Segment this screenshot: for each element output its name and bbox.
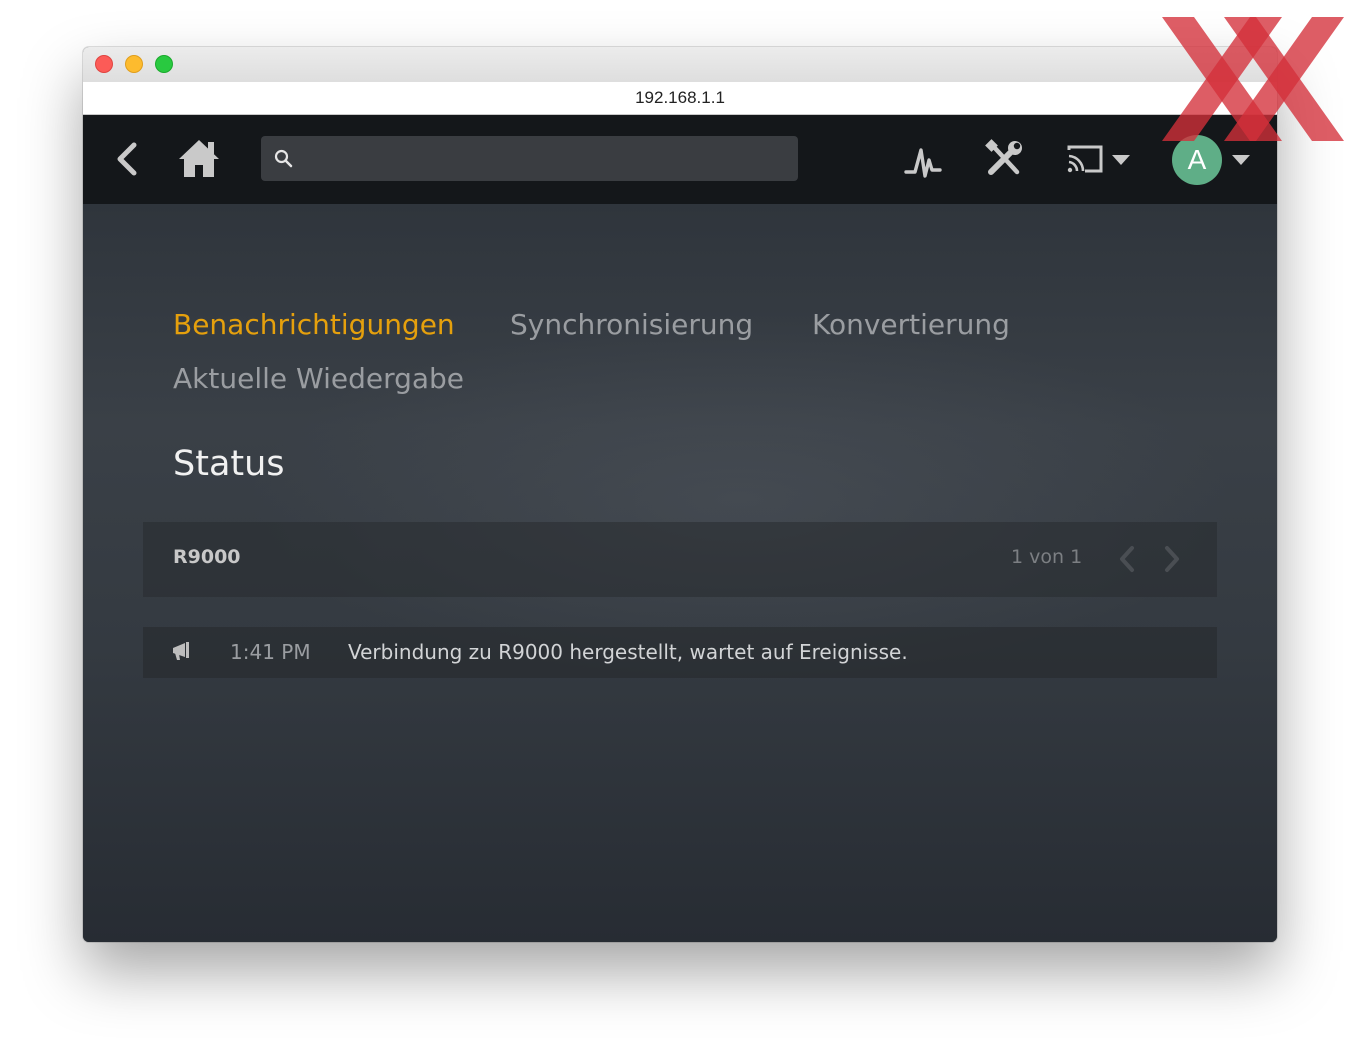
address-bar-url: 192.168.1.1 [635,88,725,107]
cast-button[interactable] [1063,143,1133,177]
tab-aktuelle-wiedergabe[interactable]: Aktuelle Wiedergabe [173,362,464,395]
tab-konvertierung[interactable]: Konvertierung [812,308,1010,341]
top-navbar: A [83,115,1277,204]
home-icon [179,140,219,177]
tools-icon [985,139,1022,175]
activity-icon [904,148,942,178]
chevron-right-icon [1165,546,1179,572]
settings-button[interactable] [983,138,1025,180]
activity-button[interactable] [903,139,945,181]
event-message: Verbindung zu R9000 hergestellt, wartet … [348,640,908,664]
home-button[interactable] [177,137,221,179]
window-titlebar [83,47,1277,83]
search-icon [274,149,293,168]
server-header: R9000 1 von 1 [143,522,1217,597]
pagination-label: 1 von 1 [1011,546,1083,568]
previous-page-button[interactable] [1112,542,1142,576]
browser-window: 192.168.1.1 A Benachrichtigungen Synchro… [83,47,1277,942]
close-window-button[interactable] [95,55,113,73]
server-name: R9000 [173,546,241,568]
user-avatar[interactable]: A [1172,135,1222,185]
event-list-item: 1:41 PM Verbindung zu R9000 hergestellt,… [143,627,1217,678]
search-bar[interactable] [261,136,798,183]
search-input[interactable] [301,136,785,183]
chevron-left-icon [117,142,137,176]
tab-benachrichtigungen[interactable]: Benachrichtigungen [173,308,455,341]
back-button[interactable] [111,141,143,177]
maximize-window-button[interactable] [155,55,173,73]
avatar-letter: A [1187,144,1207,175]
minimize-window-button[interactable] [125,55,143,73]
chevron-down-icon [1112,155,1130,165]
watermark-logo [1162,17,1344,141]
chevron-down-icon [1232,155,1250,165]
address-bar[interactable]: 192.168.1.1 [83,82,1277,115]
user-menu-button[interactable] [1230,153,1252,167]
chevron-left-icon [1120,546,1134,572]
page-title: Status [173,444,285,484]
event-time: 1:41 PM [230,640,311,664]
tab-synchronisierung[interactable]: Synchronisierung [510,308,753,341]
cast-icon [1067,145,1103,173]
next-page-button[interactable] [1157,542,1187,576]
main-content: Benachrichtigungen Synchronisierung Konv… [83,204,1277,942]
megaphone-icon [173,642,189,660]
